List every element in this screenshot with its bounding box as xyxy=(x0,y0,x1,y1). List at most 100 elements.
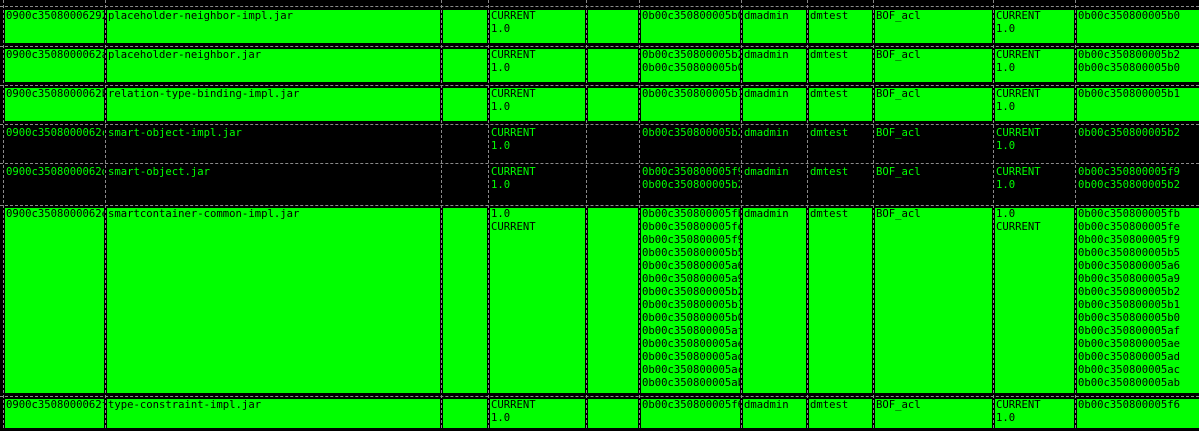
cell-text: 0b00c350800005ad xyxy=(642,351,740,363)
cell-version-labels: 1.0 CURRENT xyxy=(995,208,1074,393)
cell-object-id: 0900c3508000062e xyxy=(5,208,104,393)
results-table: 0900c35080006292 placeholder-neighbor-imp… xyxy=(0,0,1199,428)
cell-text: CURRENT xyxy=(996,88,1041,100)
grid-column-line xyxy=(441,0,442,428)
cell-text: 1.0 xyxy=(491,140,511,152)
cell-acl-name: BOF_acl xyxy=(875,127,992,160)
cell-blank xyxy=(443,208,487,393)
cell-text: 0900c3508000062f xyxy=(6,399,104,411)
cell-text: relation-type-binding-impl.jar xyxy=(108,88,300,100)
grid-row-line xyxy=(0,396,1199,397)
cell-object-name: smart-object-impl.jar xyxy=(107,127,440,160)
grid-row-line xyxy=(0,46,1199,47)
cell-text: 0b00c350800005b0 xyxy=(642,62,740,74)
cell-object-id: 0900c35080006292 xyxy=(5,10,104,43)
cell-text: 1.0 xyxy=(491,179,511,191)
cell-text: smart-object.jar xyxy=(108,166,211,178)
cell-text: 0900c35080006292 xyxy=(6,10,104,22)
grid-column-line xyxy=(807,0,808,428)
grid-column-line xyxy=(3,0,4,428)
cell-text: smartcontainer-common-impl.jar xyxy=(108,208,300,220)
cell-text: CURRENT xyxy=(491,127,536,139)
cell-text: 0b00c350800005b1 xyxy=(642,299,740,311)
table-row: 0900c3508000062c smart-object-impl.jar CUR… xyxy=(0,124,1199,163)
cell-group: dmtest xyxy=(809,127,872,160)
cell-group: dmtest xyxy=(809,166,872,202)
cell-blank xyxy=(443,88,487,121)
grid-column-line xyxy=(639,0,640,428)
cell-chronicle-ids: 0b00c350800005b0 xyxy=(641,10,740,43)
cell-text: 0b00c350800005af xyxy=(642,325,740,337)
cell-chronicle-ids: 0b00c350800005f9 0b00c350800005b2 xyxy=(641,166,740,202)
cell-text: CURRENT xyxy=(491,10,536,22)
cell-text: 1.0 xyxy=(996,101,1016,113)
cell-text: CURRENT xyxy=(491,49,536,61)
cell-text: 0b00c350800005fb xyxy=(1078,208,1181,220)
cell-text: BOF_acl xyxy=(876,10,921,22)
cell-version-labels: CURRENT 1.0 xyxy=(995,88,1074,121)
cell-text: 0b00c350800005b1 xyxy=(1078,299,1181,311)
cell-text: 1.0 xyxy=(996,412,1016,424)
table-row: 0900c3508000062a placeholder-neighbor.jar… xyxy=(0,46,1199,85)
grid-row-line xyxy=(0,124,1199,125)
cell-blank xyxy=(588,399,638,428)
cell-text: 0b00c350800005ab xyxy=(642,377,740,389)
cell-version-labels: CURRENT 1.0 xyxy=(995,166,1074,202)
cell-text: 0b00c350800005b0 xyxy=(642,10,740,22)
cell-text: 0b00c350800005b2 xyxy=(1078,49,1181,61)
grid-column-line xyxy=(586,0,587,428)
cell-acl-name: BOF_acl xyxy=(875,399,992,428)
cell-text: 0b00c350800005a9 xyxy=(642,273,740,285)
cell-text: 0900c3508000062c xyxy=(6,127,104,139)
cell-chronicle-ids: 0b00c350800005f6 xyxy=(641,399,740,428)
cell-text: 0900c3508000062b xyxy=(6,88,104,100)
cell-text: 0b00c350800005b2 xyxy=(642,179,740,191)
cell-text: CURRENT xyxy=(491,221,536,233)
table-row: 0900c3508000062d smart-object.jar CURRENT 1… xyxy=(0,163,1199,205)
cell-version-labels: CURRENT 1.0 xyxy=(995,49,1074,82)
cell-version-labels: CURRENT 1.0 xyxy=(995,127,1074,160)
cell-chronicle-ids: 0b00c350800005b1 xyxy=(641,88,740,121)
cell-text: 0900c3508000062d xyxy=(6,166,104,178)
cell-version-labels: CURRENT 1.0 xyxy=(490,166,585,202)
cell-chronicle-ids: 0b00c350800005f6 xyxy=(1077,399,1199,428)
cell-blank xyxy=(443,127,487,160)
table-row: 0900c35080006292 placeholder-neighbor-imp… xyxy=(0,7,1199,46)
cell-text: dmtest xyxy=(810,49,849,61)
table-row: 0900c3508000062f type-constraint-impl.jar… xyxy=(0,396,1199,431)
cell-text: 0b00c350800005b5 xyxy=(1078,247,1181,259)
cell-object-id: 0900c3508000062f xyxy=(5,399,104,428)
cell-text: 0b00c350800005b0 xyxy=(1078,312,1181,324)
cell-chronicle-ids: 0b00c350800005b2 xyxy=(1077,127,1199,160)
cell-text: 1.0 xyxy=(996,140,1016,152)
grid-row-line xyxy=(0,85,1199,86)
cell-text: 0b00c350800005a6 xyxy=(642,260,740,272)
cell-text: 0b00c350800005f9 xyxy=(1078,166,1181,178)
cell-chronicle-ids: 0b00c350800005b2 xyxy=(641,127,740,160)
cell-blank xyxy=(443,166,487,202)
cell-text: CURRENT xyxy=(996,49,1041,61)
cell-acl-name: BOF_acl xyxy=(875,49,992,82)
cell-text: 1.0 xyxy=(491,208,511,220)
cell-acl-name: BOF_acl xyxy=(875,166,992,202)
cell-text: 0b00c350800005ae xyxy=(642,338,740,350)
cell-text: 0b00c350800005b2 xyxy=(642,127,740,139)
cell-blank xyxy=(588,10,638,43)
cell-text: CURRENT xyxy=(491,166,536,178)
cell-text: 0b00c350800005ac xyxy=(642,364,740,376)
cell-text: 0b00c350800005b0 xyxy=(642,312,740,324)
cell-text: 0b00c350800005f9 xyxy=(1078,234,1181,246)
cell-text: 0b00c350800005b2 xyxy=(642,49,740,61)
grid-column-line xyxy=(1075,0,1076,428)
cell-text: 0b00c350800005b1 xyxy=(642,88,740,100)
cell-text: dmadmin xyxy=(744,10,789,22)
grid-column-line xyxy=(993,0,994,428)
cell-text: 0b00c350800005b5 xyxy=(642,247,740,259)
cell-acl-name: BOF_acl xyxy=(875,10,992,43)
cell-text: placeholder-neighbor.jar xyxy=(108,49,262,61)
cell-text: CURRENT xyxy=(996,399,1041,411)
cell-text: dmadmin xyxy=(744,208,789,220)
cell-text: 1.0 xyxy=(996,23,1016,35)
grid-row-line xyxy=(0,163,1199,164)
cell-group: dmtest xyxy=(809,49,872,82)
